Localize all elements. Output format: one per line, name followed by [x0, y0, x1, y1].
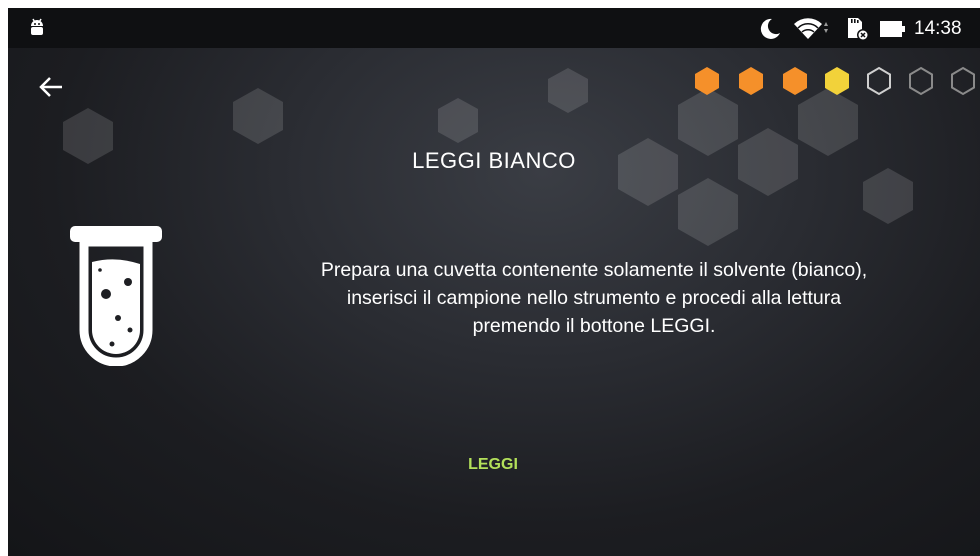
- instructions-line: inserisci il campione nello strumento e …: [346, 287, 842, 309]
- progress-step-6-hexagon-icon: [909, 66, 933, 96]
- instructions-text: Prepara una cuvetta contenente solamente…: [208, 256, 980, 340]
- back-arrow-icon[interactable]: [36, 72, 66, 102]
- progress-step-7-hexagon-icon: [951, 66, 975, 96]
- wifi-icon: [794, 18, 828, 39]
- battery-icon: [880, 21, 905, 37]
- progress-step-4-hexagon-icon: [825, 67, 849, 95]
- progress-step-1-hexagon-icon: [695, 67, 719, 95]
- instructions-line: Prepara una cuvetta contenente solamente…: [320, 259, 868, 281]
- page-title: LEGGI BIANCO: [412, 148, 576, 173]
- status-time: 14:38: [914, 18, 962, 39]
- app-screen: 14:38 LEGGI BIANCO Prepara una cuvetta c…: [8, 8, 980, 556]
- moon-icon: [760, 18, 780, 39]
- read-button[interactable]: LEGGI: [448, 448, 538, 482]
- progress-step-5-hexagon-icon: [867, 66, 891, 96]
- progress-step-3-hexagon-icon: [783, 67, 807, 95]
- progress-step-2-hexagon-icon: [739, 67, 763, 95]
- test-tube-icon: [70, 226, 162, 366]
- status-bar: 14:38: [8, 8, 980, 48]
- android-icon: [31, 18, 43, 35]
- instructions-line: premendo il bottone LEGGI.: [472, 315, 716, 337]
- sd-card-icon: [848, 18, 869, 41]
